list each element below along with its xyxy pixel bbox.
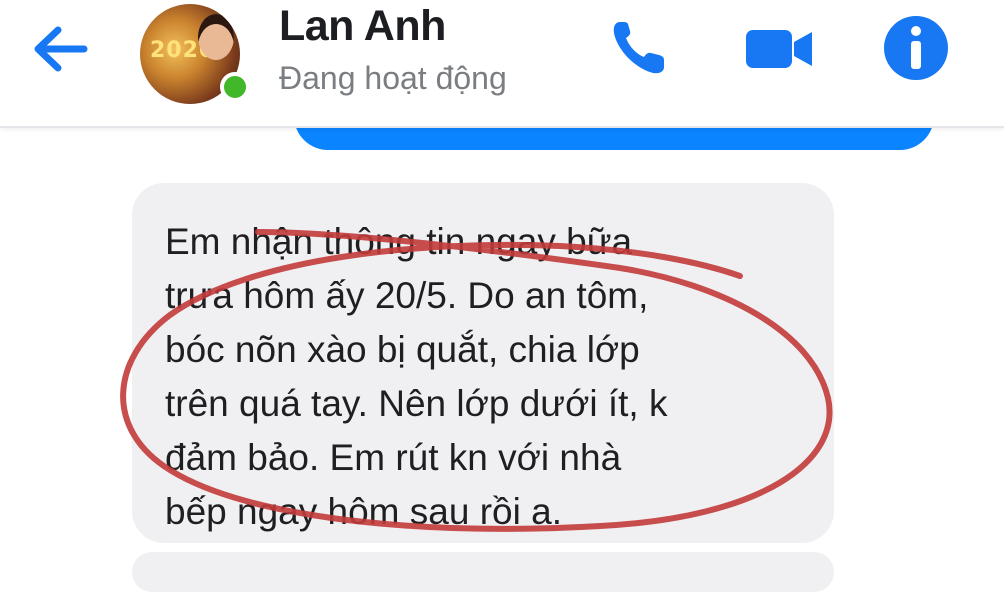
received-message-bubble[interactable]: Em nhận thông tin ngay bữa trưa hôm ấy 2… — [132, 183, 834, 543]
next-message-bubble[interactable] — [132, 552, 834, 592]
call-button[interactable] — [604, 14, 676, 82]
online-status-dot — [220, 72, 250, 102]
chat-header: 2020 Lan Anh Đang hoạt động — [0, 0, 1004, 128]
avatar-face — [198, 14, 234, 60]
contact-status: Đang hoạt động — [279, 60, 507, 96]
phone-icon — [613, 22, 664, 74]
contact-avatar[interactable]: 2020 — [140, 4, 250, 112]
back-arrow-icon — [34, 26, 88, 72]
video-call-button[interactable] — [742, 14, 814, 82]
info-button[interactable] — [880, 12, 952, 80]
info-icon — [884, 16, 948, 80]
message-text: Em nhận thông tin ngay bữa trưa hôm ấy 2… — [165, 221, 668, 532]
contact-name[interactable]: Lan Anh — [279, 2, 446, 51]
video-camera-icon — [746, 30, 812, 68]
back-button[interactable] — [26, 20, 96, 78]
